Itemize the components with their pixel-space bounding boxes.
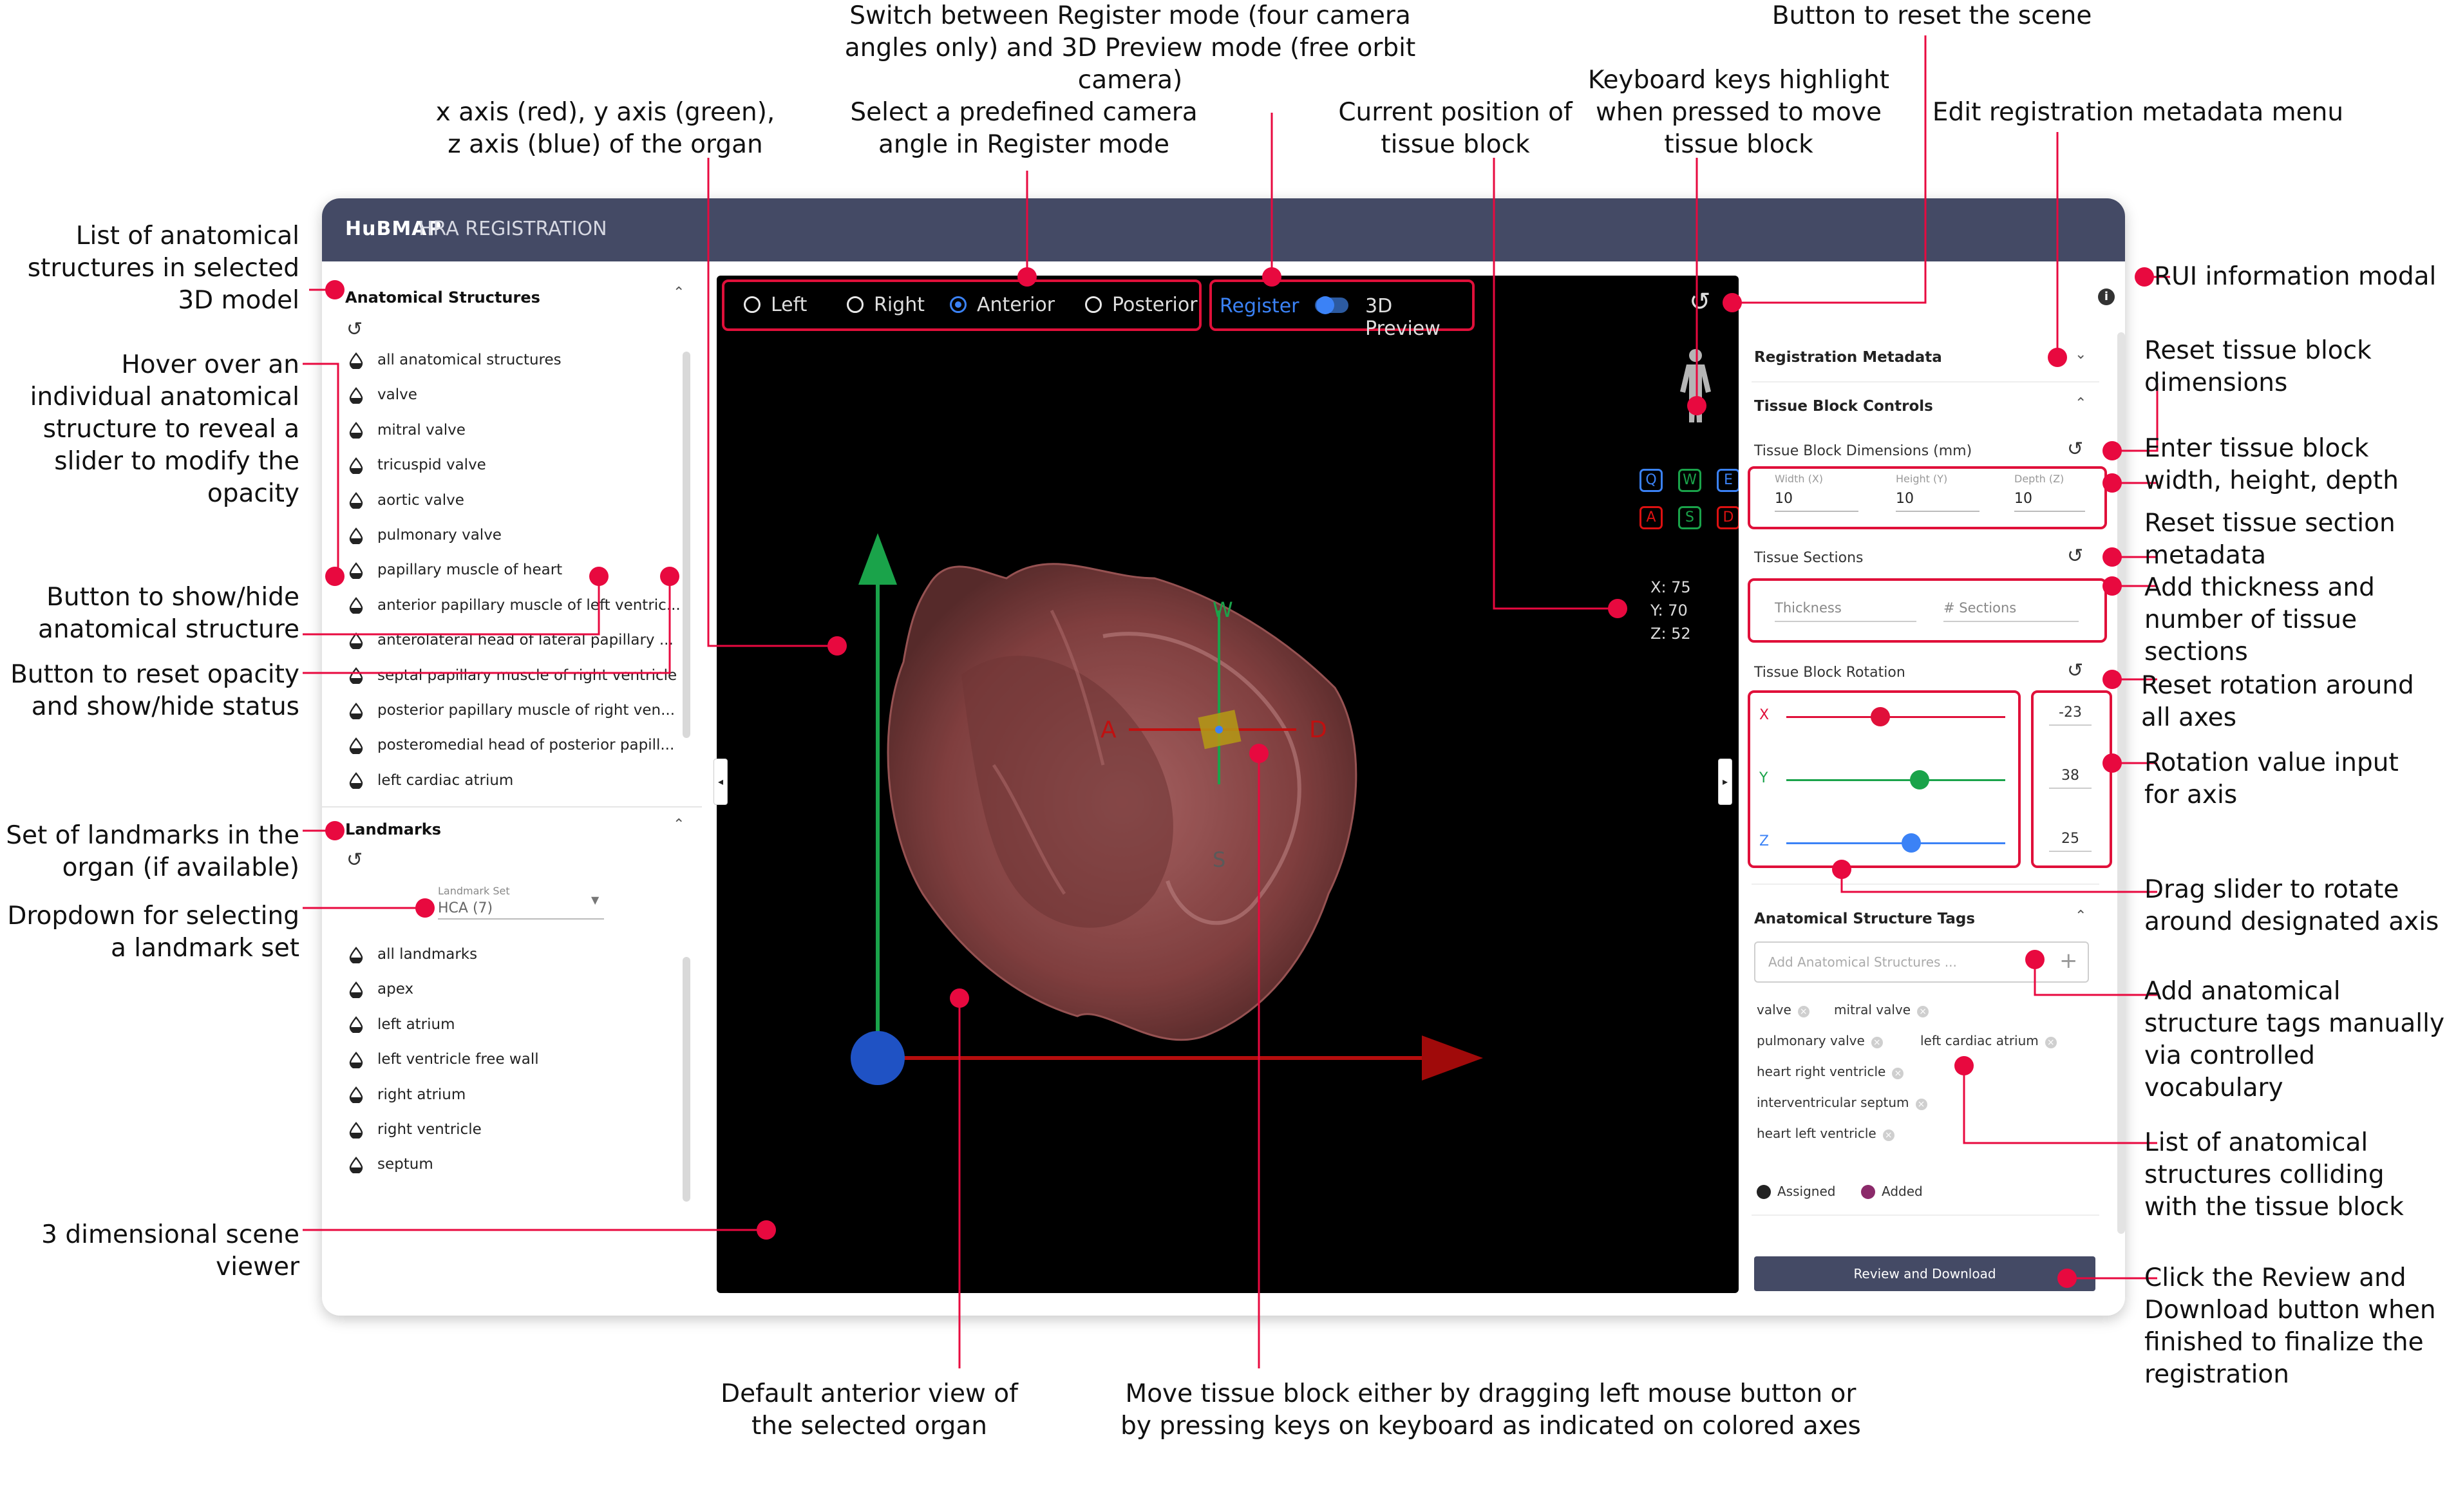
- annotation-reset-sections: Reset tissue section metadata: [2144, 509, 2395, 570]
- callout-dot: [1249, 744, 1269, 763]
- callout-dot: [2135, 267, 2154, 287]
- annotation-lines: [303, 35, 2170, 1368]
- annotation-current-position: Current position of tissue block: [1338, 98, 1573, 159]
- annotation-reset-dimensions: Reset tissue block dimensions: [2144, 336, 2372, 397]
- callout-dot: [2102, 670, 2122, 689]
- annotation-colliding-list: List of anatomical structures colliding …: [2144, 1128, 2404, 1222]
- callout-dot: [2102, 576, 2122, 596]
- annotation-reset-scene: Button to reset the scene: [1771, 1, 2092, 30]
- callout-dot: [2102, 473, 2122, 493]
- callout-dot: [2102, 547, 2122, 567]
- annotation-structure-list: List of anatomical structures in selecte…: [27, 222, 299, 315]
- callout-dot: [325, 280, 345, 299]
- callout-dot: [415, 898, 435, 918]
- annotation-camera-angle: Select a predefined camera angle in Regi…: [850, 98, 1198, 159]
- annotation-rui-info: RUI information modal: [2154, 262, 2437, 291]
- annotation-add-thickness: Add thickness and number of tissue secti…: [2144, 573, 2375, 666]
- callout-dot: [1723, 293, 1742, 312]
- callout-dot: [2102, 753, 2122, 773]
- callout-dot: [2057, 1269, 2077, 1288]
- callout-dot: [660, 567, 679, 586]
- annotation-default-view: Default anterior view of the selected or…: [721, 1379, 1018, 1441]
- callout-dot: [2025, 950, 2045, 969]
- callout-dot: [1017, 267, 1037, 287]
- annotation-move-block: Move tissue block either by dragging lef…: [1120, 1379, 1861, 1441]
- callout-dot: [1608, 599, 1627, 618]
- annotation-rotation-input: Rotation value input for axis: [2144, 748, 2399, 809]
- annotation-hover-slider: Hover over an individual anatomical stru…: [30, 350, 299, 508]
- callout-dot: [950, 988, 969, 1008]
- callout-dot: [1262, 267, 1281, 287]
- annotation-keyboard-keys: Keyboard keys highlight when pressed to …: [1587, 66, 1890, 159]
- callout-dot: [589, 567, 609, 586]
- annotation-axes: x axis (red), y axis (green), z axis (bl…: [435, 98, 775, 159]
- callout-dot: [1687, 396, 1706, 415]
- annotation-reset-opacity: Button to reset opacity and show/hide st…: [10, 660, 299, 721]
- annotation-edit-metadata: Edit registration metadata menu: [1932, 98, 2344, 127]
- annotation-reset-rotation: Reset rotation around all axes: [2141, 671, 2414, 732]
- callout-dot: [2102, 441, 2122, 460]
- callout-dot: [1832, 860, 1851, 879]
- callout-dot: [1954, 1056, 1974, 1075]
- annotation-switch-mode: Switch between Register mode (four camer…: [844, 1, 1416, 95]
- annotation-review-download: Click the Review and Download button whe…: [2144, 1263, 2436, 1389]
- annotation-add-tags: Add anatomical structure tags manually v…: [2144, 977, 2445, 1102]
- annotation-scene-viewer: 3 dimensional scene viewer: [41, 1220, 299, 1281]
- callout-dot: [325, 567, 345, 586]
- callout-dot: [325, 821, 345, 840]
- annotation-show-hide: Button to show/hide anatomical structure: [37, 583, 299, 644]
- callout-dot: [827, 636, 847, 656]
- annotation-landmarks: Set of landmarks in the organ (if availa…: [6, 821, 299, 882]
- callout-dot: [2048, 348, 2067, 367]
- callout-dot: [757, 1220, 776, 1240]
- annotation-enter-dimensions: Enter tissue block width, height, depth: [2144, 434, 2399, 495]
- annotation-landmark-dropdown: Dropdown for selecting a landmark set: [7, 902, 299, 963]
- annotation-drag-slider: Drag slider to rotate around designated …: [2144, 875, 2439, 936]
